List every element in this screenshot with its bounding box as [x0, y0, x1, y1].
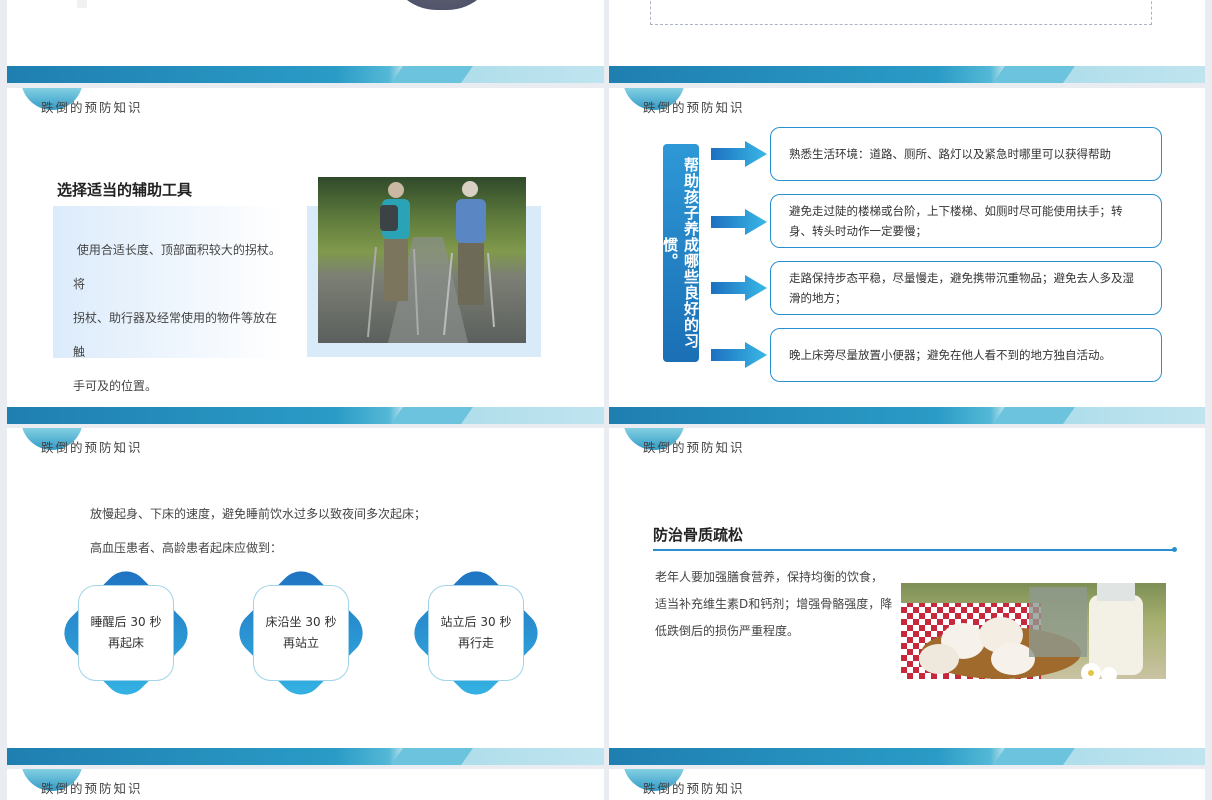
step-line1: 床沿坐 30 秒 [265, 615, 337, 629]
header-title: 跌倒的预防知识 [41, 100, 143, 115]
slide-footer-band [609, 66, 1205, 83]
step-line2: 再站立 [282, 636, 319, 650]
slide-partial-top-right [609, 0, 1205, 83]
slide-getting-up: 跌倒的预防知识 放慢起身、下床的速度，避免睡前饮水过多以致夜间多次起床； 高血压… [7, 428, 604, 765]
header-title: 跌倒的预防知识 [643, 781, 745, 796]
photo-partial [387, 0, 497, 10]
slide-good-habits: 跌倒的预防知识 帮助孩子养成哪些良好的习惯。 熟悉生活环境：道路、厕所、路灯以及… [609, 88, 1205, 424]
arrow-right-icon [711, 275, 767, 301]
header-title: 跌倒的预防知识 [41, 440, 143, 455]
arrow-right-icon [711, 342, 767, 368]
step-card: 站立后 30 秒再行走 [405, 562, 547, 704]
arrow-right-icon [711, 141, 767, 167]
decor-mark [77, 0, 87, 8]
slide-assistive-tools: 跌倒的预防知识 选择适当的辅助工具 使用合适长度、顶部面积较大的拐杖。将 拐杖、… [7, 88, 604, 424]
step-line2: 再行走 [457, 636, 494, 650]
body-text: 使用合适长度、顶部面积较大的拐杖。将 拐杖、助行器及经常使用的物件等放在触 手可… [73, 243, 281, 393]
heading-underline [653, 549, 1175, 551]
slide-footer-band [609, 407, 1205, 424]
section-heading: 选择适当的辅助工具 [57, 181, 193, 199]
step-line2: 再起床 [107, 636, 144, 650]
eggs-milk-photo [901, 583, 1166, 679]
step-card: 睡醒后 30 秒再起床 [55, 562, 197, 704]
header-title: 跌倒的预防知识 [41, 781, 143, 796]
header-title: 跌倒的预防知识 [643, 100, 745, 115]
habit-item: 避免走过陡的楼梯或台阶，上下楼梯、如厕时尽可能使用扶手；转身、转头时动作一定要慢… [770, 194, 1162, 248]
habit-item: 走路保持步态平稳，尽量慢走，避免携带沉重物品；避免去人多及湿滑的地方； [770, 261, 1162, 315]
underline-dot [1172, 547, 1177, 552]
slide-footer-band [7, 66, 604, 83]
intro-text: 放慢起身、下床的速度，避免睡前饮水过多以致夜间多次起床； 高血压患者、高龄患者起… [90, 507, 427, 555]
vertical-title-bar: 帮助孩子养成哪些良好的习惯。 [661, 144, 700, 362]
slide-partial-top-left [7, 0, 604, 83]
slide-osteoporosis: 跌倒的预防知识 防治骨质疏松 老年人要加强膳食营养，保持均衡的饮食， 适当补充维… [609, 428, 1205, 765]
slide-footer-band [7, 748, 604, 765]
habit-item: 晚上床旁尽量放置小便器；避免在他人看不到的地方独自活动。 [770, 328, 1162, 382]
slide-partial-bottom-right: 跌倒的预防知识 [609, 769, 1205, 800]
section-heading: 防治骨质疏松 [653, 526, 744, 544]
step-line1: 站立后 30 秒 [440, 615, 512, 629]
habit-item: 熟悉生活环境：道路、厕所、路灯以及紧急时哪里可以获得帮助 [770, 127, 1162, 181]
elderly-walking-photo [318, 177, 526, 343]
step-line1: 睡醒后 30 秒 [90, 615, 162, 629]
slide-partial-bottom-left: 跌倒的预防知识 [7, 769, 604, 800]
arrow-right-icon [711, 209, 767, 235]
step-card: 床沿坐 30 秒再站立 [230, 562, 372, 704]
dashed-box [650, 0, 1152, 25]
slide-footer-band [609, 748, 1205, 765]
body-text: 老年人要加强膳食营养，保持均衡的饮食， 适当补充维生素D和钙剂；增强骨骼强度，降… [655, 570, 893, 638]
header-title: 跌倒的预防知识 [643, 440, 745, 455]
slide-footer-band [7, 407, 604, 424]
